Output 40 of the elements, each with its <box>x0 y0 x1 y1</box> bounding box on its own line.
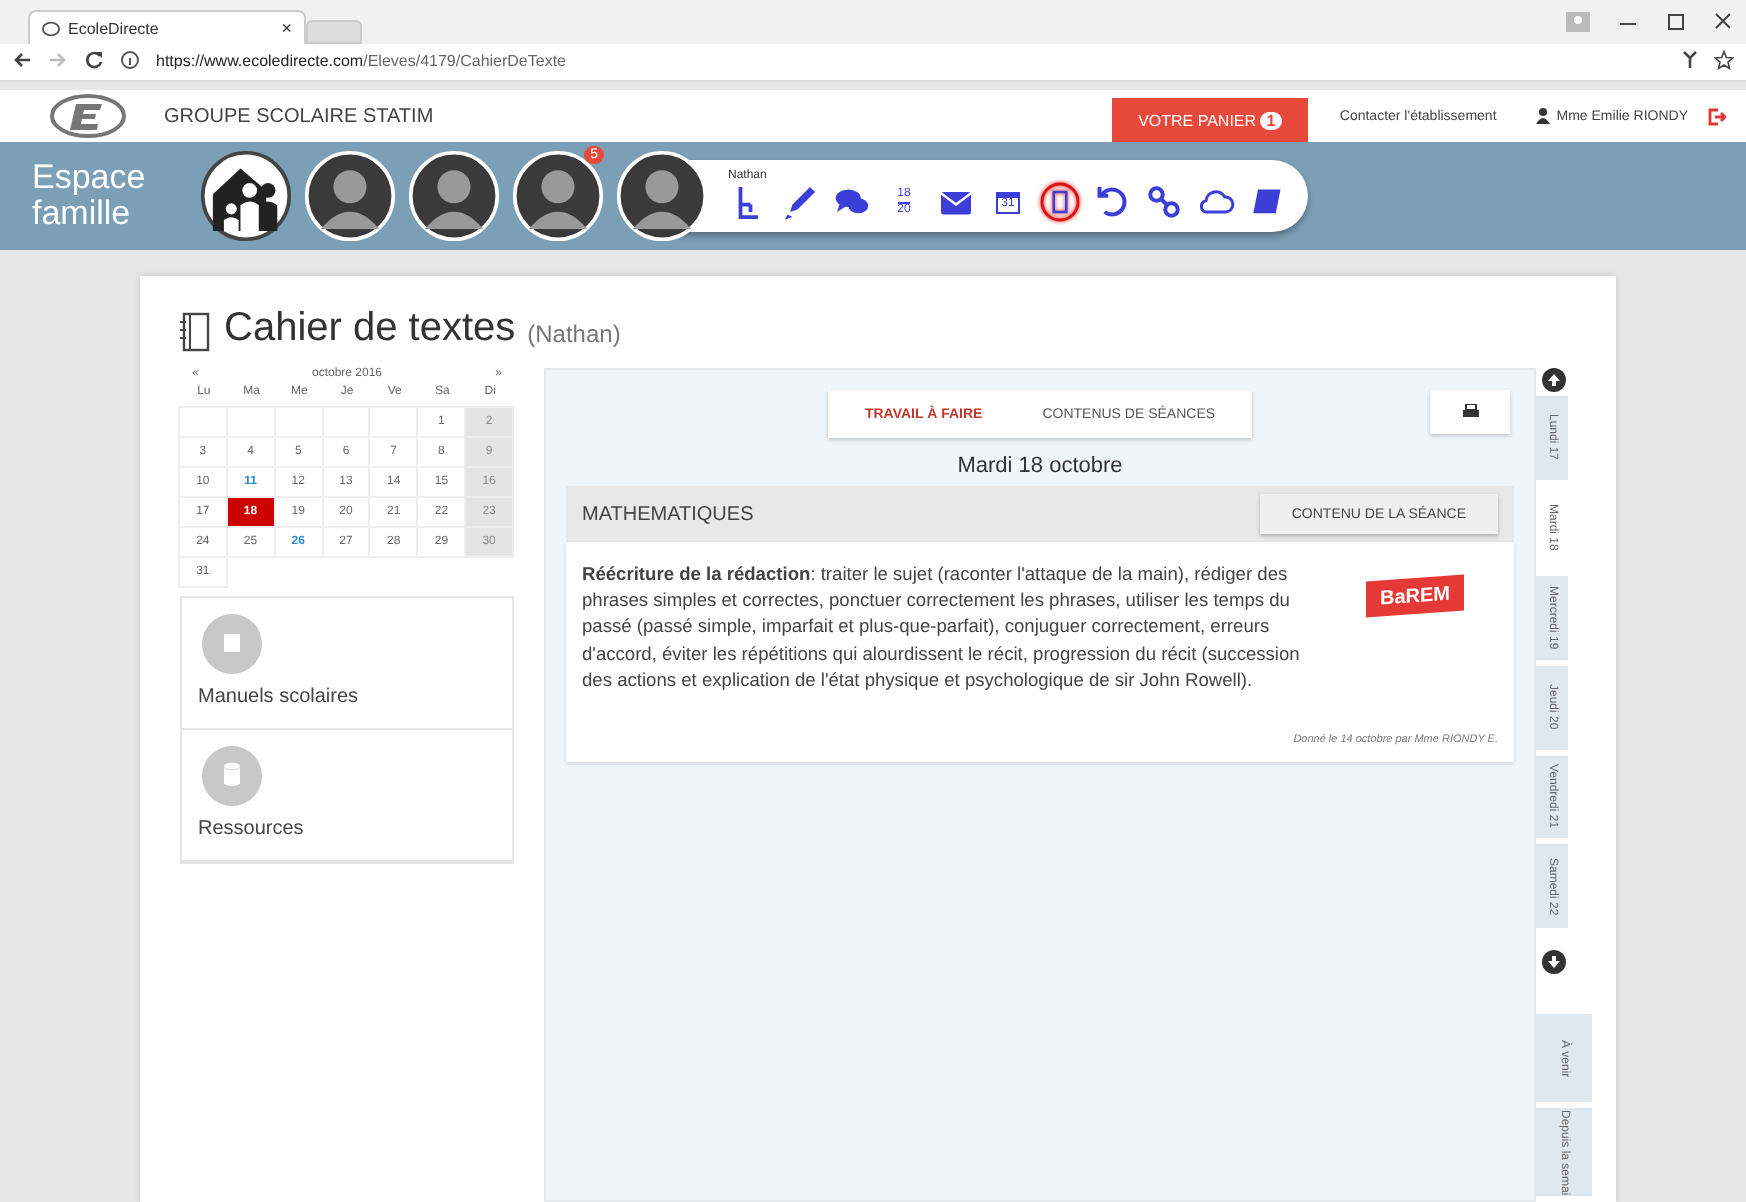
subject-title: MATHEMATIQUES <box>582 503 754 525</box>
maximize-icon[interactable] <box>1666 12 1686 32</box>
logo-icon[interactable] <box>48 94 128 138</box>
page-title: Cahier de textes <box>224 306 516 352</box>
date-heading: Mardi 18 octobre <box>955 454 1125 478</box>
info-icon[interactable] <box>120 50 140 70</box>
avatar-silhouette[interactable] <box>304 150 396 242</box>
browser-tab[interactable]: EcoleDirecte × <box>28 10 306 44</box>
back-icon[interactable] <box>12 50 32 70</box>
print-button[interactable] <box>1430 390 1510 434</box>
notebook-icon <box>180 312 212 352</box>
avatar-silhouette[interactable] <box>408 150 500 242</box>
star-icon[interactable] <box>1714 50 1734 70</box>
extension-icon[interactable] <box>1682 50 1698 70</box>
avatar-silhouette[interactable] <box>616 150 708 242</box>
user-icon <box>1536 108 1551 124</box>
student-label: (Nathan) <box>527 320 621 352</box>
family-avatar[interactable] <box>200 150 292 242</box>
tab-title: EcoleDirecte <box>68 19 161 37</box>
avatar-silhouette[interactable] <box>512 150 604 242</box>
reload-icon[interactable] <box>84 50 104 70</box>
cart-button[interactable]: VOTRE PANIER 1 <box>1111 98 1308 142</box>
sidebar-link[interactable]: Manuels scolaires <box>198 686 359 708</box>
history-icon[interactable] <box>1092 182 1132 222</box>
tab-close-button[interactable]: × <box>281 18 292 38</box>
homework-text: Réécriture de la rédaction: traiter le sujet (raconter l'attaque de la main), rédiger des phrases simples et correctes, ponctuer correctement les phrases, utiliser les temps du passé (passé simple, imparfait et plus-que-parfait), conjuguer correctement, erreurs d'accord, éviter les répétitions qui alourdissent le récit, progression du récit (succession des actions et explication de l'état physique et psychologique de sir John Rowell). <box>582 562 1302 694</box>
close-icon[interactable] <box>1714 12 1730 32</box>
print-icon <box>1461 404 1479 420</box>
logout-icon[interactable] <box>1708 107 1726 125</box>
notebook-icon[interactable] <box>1040 182 1080 222</box>
school-name: GROUPE SCOLAIRE STATIM <box>164 105 434 127</box>
link-icon[interactable] <box>1144 182 1184 222</box>
space-title: famille <box>32 196 131 232</box>
sidebar-link[interactable]: Ressources <box>198 818 304 840</box>
up-arrow-icon[interactable] <box>1542 368 1566 392</box>
pen-icon[interactable] <box>780 182 820 222</box>
url-text[interactable]: https://www.ecoledirecte.com/Eleves/4179/CahierDeTexte <box>156 51 566 69</box>
barem-logo: BaREM <box>1366 574 1465 618</box>
down-arrow-icon[interactable] <box>1542 950 1566 975</box>
space-title: Espace <box>32 160 148 196</box>
